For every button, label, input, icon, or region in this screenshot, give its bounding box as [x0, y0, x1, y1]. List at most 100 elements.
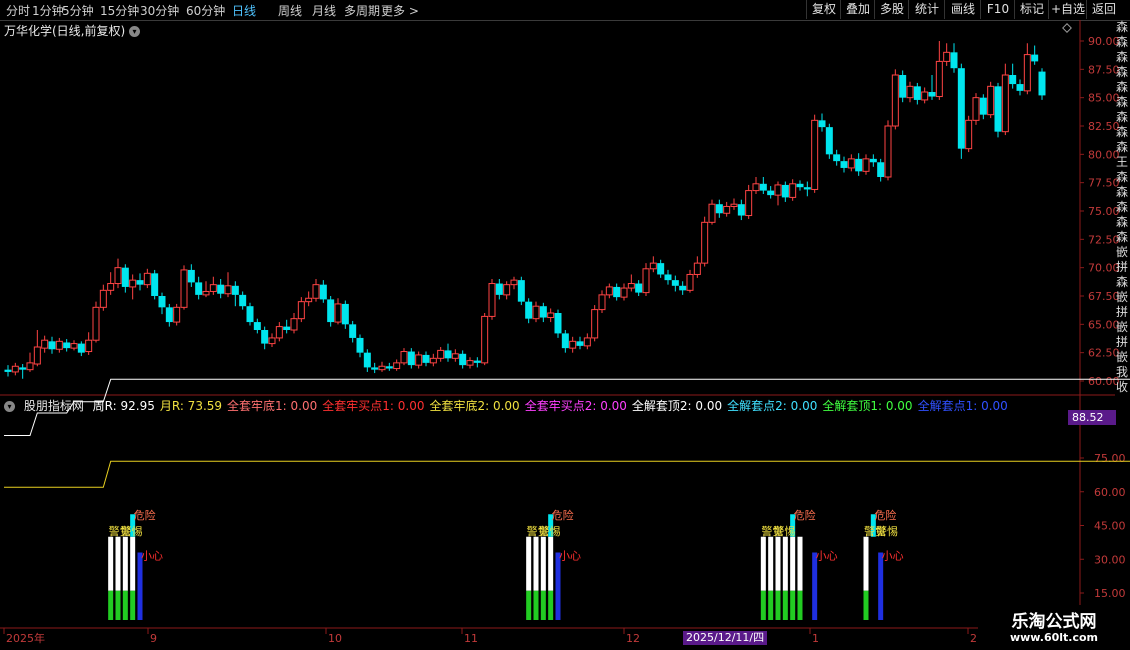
signal-blue-bar [812, 552, 818, 620]
signal-white-bar [782, 536, 788, 591]
candle-down [561, 333, 569, 349]
candle-up [965, 119, 973, 150]
candle-up [503, 284, 511, 296]
signal-green-bar [533, 590, 539, 620]
price-tick-label: 62.50 [1088, 347, 1120, 360]
signal-green-bar [115, 590, 121, 620]
signal-green-bar [760, 590, 766, 620]
price-tick-label: 77.50 [1088, 177, 1120, 190]
candle-down [840, 161, 848, 168]
candle-up [429, 357, 437, 364]
candle-down [877, 162, 885, 177]
time-tick-label: 12 [626, 632, 640, 645]
candle-down [928, 92, 936, 97]
candle-down [899, 75, 907, 98]
signal-vigilant-label: 警惕 [773, 524, 795, 538]
candle-up [99, 289, 107, 308]
candle-down [767, 190, 775, 196]
signal-green-bar [122, 590, 128, 620]
candle-down [781, 184, 789, 198]
candle-up [532, 305, 540, 320]
signal-danger-label: 危险 [552, 508, 574, 522]
candle-up [569, 340, 577, 349]
candle-down [539, 306, 547, 318]
signal-green-bar [108, 590, 114, 620]
candle-up [701, 221, 709, 264]
candle-up [789, 183, 797, 198]
candle-up [11, 365, 19, 373]
signal-blue-bar [555, 552, 561, 620]
candle-up [290, 318, 298, 331]
signal-careful-label: 小心 [559, 549, 581, 562]
signal-white-bar [526, 536, 532, 591]
signal-white-bar [108, 536, 114, 591]
candle-down [253, 322, 261, 330]
signal-danger-label: 危险 [874, 508, 896, 522]
candle-down [818, 120, 826, 128]
candle-down [979, 97, 987, 115]
signal-vigilant-label: 警惕 [121, 524, 143, 538]
candle-up [275, 326, 283, 339]
candle-up [268, 337, 276, 345]
candle-down [19, 367, 27, 370]
signal-white-bar [122, 536, 128, 591]
price-tick-label: 70.00 [1088, 262, 1120, 275]
signal-blue-bar [137, 552, 143, 620]
candle-down [187, 269, 195, 283]
time-tick-label: 2025年 [6, 631, 45, 645]
week-R-line [4, 378, 1130, 436]
price-tick-label: 87.50 [1088, 63, 1120, 76]
price-tick-label: 72.50 [1088, 233, 1120, 246]
signal-careful-label: 小心 [816, 549, 838, 562]
signal-green-bar [775, 590, 781, 620]
candle-up [488, 283, 496, 317]
candle-down [459, 353, 467, 366]
price-tick-label: 60.00 [1088, 375, 1120, 388]
candle-down [671, 280, 679, 286]
candle-down [356, 337, 364, 353]
candle-up [884, 125, 892, 178]
price-tick-label: 80.00 [1088, 148, 1120, 161]
candle-down [319, 284, 327, 300]
candle-up [393, 362, 401, 370]
candle-down [4, 369, 12, 372]
candle-up [400, 351, 408, 364]
candle-down [136, 280, 144, 285]
candle-up [906, 85, 914, 99]
signal-white-bar [760, 536, 766, 591]
candle-up [723, 205, 731, 214]
candle-down [371, 367, 379, 370]
signal-green-bar [540, 590, 546, 620]
candle-down [950, 52, 958, 69]
candle-down [385, 366, 393, 369]
candle-up [811, 119, 819, 190]
candle-up [334, 303, 342, 323]
candle-up [591, 309, 599, 339]
candle-down [913, 86, 921, 100]
candle-up [180, 269, 188, 308]
candle-down [855, 158, 863, 172]
signal-green-bar [782, 590, 788, 620]
signal-danger-label: 危险 [794, 508, 816, 522]
candle-up [730, 203, 738, 207]
candle-down [327, 299, 335, 323]
price-tick-label: 67.50 [1088, 290, 1120, 303]
candle-down [1009, 75, 1017, 85]
candle-down [422, 354, 430, 363]
time-tick-label: 11 [464, 632, 478, 645]
signal-green-bar [863, 590, 869, 620]
watermark-name: 乐淘公式网 [1011, 612, 1097, 632]
candle-up [1023, 54, 1031, 92]
price-tick-label: 75.00 [1088, 205, 1120, 218]
candle-up [987, 85, 995, 116]
signal-white-bar [540, 536, 546, 591]
candle-down [341, 303, 349, 325]
candle-up [26, 362, 34, 371]
candle-down [363, 352, 371, 368]
candle-down [246, 306, 254, 323]
candle-down [803, 187, 811, 190]
candle-up [605, 286, 613, 296]
kline-chart[interactable]: 90.00 87.50 85.00 82.50 80.00 77.50 75.00 72.50… [0, 0, 1130, 650]
candle-down [517, 280, 525, 302]
candle-up [173, 306, 181, 323]
